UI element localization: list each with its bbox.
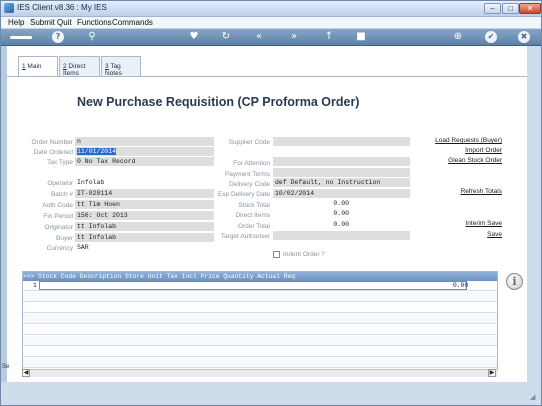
stop-icon[interactable]: ■ — [355, 31, 367, 43]
currency-field: SAR — [75, 243, 214, 252]
tax-type-label: Tax Type — [47, 159, 73, 166]
info-button[interactable]: i — [506, 273, 523, 290]
menu-commands[interactable]: Commands — [112, 18, 153, 27]
auth-code-label: Auth Code — [42, 202, 73, 209]
fin-period-field[interactable]: 156: Oct 2013 — [75, 211, 214, 220]
tab-tag-notes[interactable]: 3 Tag Notes — [101, 56, 141, 77]
table-row[interactable] — [23, 303, 497, 313]
table-row[interactable]: 1 0.00 — [23, 281, 497, 291]
table-row[interactable] — [23, 292, 497, 302]
direct-items-value: 0.00 — [273, 209, 353, 218]
menu-submit[interactable]: Submit — [30, 18, 55, 27]
info-icon[interactable]: ↑ — [323, 31, 335, 43]
table-row[interactable] — [23, 325, 497, 335]
back-icon[interactable]: « — [253, 31, 265, 43]
menu-quit[interactable]: Quit — [57, 18, 72, 27]
page-title: New Purchase Requisition (CP Proforma Or… — [77, 95, 360, 109]
fin-period-label: Fin Period — [43, 213, 73, 220]
table-row[interactable] — [23, 314, 497, 324]
indent-order-label: Indent Order ? — [283, 251, 325, 258]
row-edit-cell[interactable] — [39, 281, 467, 290]
delivery-code-field[interactable]: def Default, no Instruction — [273, 178, 410, 187]
save-link[interactable]: Save — [430, 231, 502, 238]
operator-field: Infolab — [75, 178, 214, 187]
target-authoriser-field[interactable] — [273, 231, 410, 240]
tab-divider — [7, 76, 527, 77]
target-authoriser-label: Target Authoriser — [220, 233, 270, 240]
table-row[interactable] — [23, 358, 497, 368]
minimize-button[interactable]: – — [484, 3, 501, 14]
ok-icon[interactable]: ✔ — [485, 31, 497, 43]
grid-header: >>> Stock Code Description Store Unit Ta… — [23, 272, 497, 281]
order-number-label: Order Number — [31, 139, 73, 146]
order-number-field[interactable]: n — [75, 137, 214, 146]
batch-label: Batch # — [50, 191, 73, 198]
status-text: Se — [2, 364, 10, 370]
close-button[interactable]: ✕ — [519, 3, 541, 14]
glean-stock-order-link[interactable]: Glean Stock Order — [430, 157, 502, 164]
payment-terms-field[interactable] — [273, 168, 410, 177]
table-row[interactable] — [23, 336, 497, 346]
scroll-left-icon[interactable]: ◀ — [22, 369, 30, 377]
exit-icon[interactable]: ✖ — [518, 31, 530, 43]
operator-label: Operator — [47, 180, 73, 187]
for-attention-label: For Attention — [233, 160, 270, 167]
exp-delivery-date-field[interactable]: 10/02/2014 — [273, 189, 410, 198]
import-order-link[interactable]: Import Order — [430, 147, 502, 154]
forward-icon[interactable]: » — [288, 31, 300, 43]
stock-total-value: 0.00 — [273, 199, 353, 208]
refresh-icon[interactable]: ↻ — [220, 31, 232, 43]
buyer-label: Buyer — [56, 235, 73, 242]
delivery-code-label: Delivery Code — [229, 181, 270, 188]
tab-direct-items[interactable]: 2 Direct Items — [59, 56, 100, 77]
row-value: 0.00 — [453, 282, 469, 289]
menu-functions[interactable]: Functions — [77, 18, 112, 27]
interim-save-link[interactable]: Interim Save — [430, 220, 503, 227]
date-ordered-label: Date Ordered — [33, 149, 73, 156]
table-row[interactable] — [23, 347, 497, 357]
favorite-icon[interactable]: ♥ — [188, 31, 200, 43]
indent-order-checkbox[interactable] — [273, 251, 280, 258]
horizontal-scrollbar[interactable] — [22, 369, 498, 377]
key-icon[interactable] — [10, 36, 32, 39]
tax-type-field[interactable]: 0 No Tax Record — [75, 157, 214, 166]
buyer-field[interactable]: tt Infolab — [75, 233, 214, 242]
app-icon — [4, 3, 14, 13]
direct-items-label: Direct Items — [235, 212, 270, 219]
currency-label: Currency — [46, 245, 73, 252]
supplier-code-field[interactable] — [273, 137, 410, 146]
search-icon[interactable]: ⚲ — [86, 31, 98, 43]
window-title: IES Client v8.36 : My IES — [17, 3, 107, 12]
maximize-button[interactable]: □ — [502, 3, 519, 14]
for-attention-field[interactable] — [273, 157, 410, 166]
stock-total-label: Stock Total — [238, 202, 270, 209]
status-bar — [1, 382, 541, 404]
exp-delivery-date-label: Exp Delivery Date — [217, 191, 270, 198]
tab-main[interactable]: 1 Main — [18, 56, 58, 77]
supplier-code-label: Supplier Code — [228, 139, 270, 146]
refresh-totals-link[interactable]: Refresh Totals — [430, 188, 502, 195]
payment-terms-label: Payment Terms — [224, 171, 270, 178]
originator-label: Originator — [44, 224, 73, 231]
scroll-right-icon[interactable]: ▶ — [488, 369, 496, 377]
load-requests-link[interactable]: Load Requests (Buyer) — [430, 137, 502, 144]
globe-icon[interactable]: ⊕ — [452, 31, 464, 43]
help-icon[interactable]: ? — [52, 31, 64, 43]
auth-code-field[interactable]: tt Tim Hoen — [75, 200, 214, 209]
originator-field[interactable]: tt Infolab — [75, 222, 214, 231]
resize-grip-icon[interactable]: ◢ — [530, 393, 539, 402]
row-number: 1 — [33, 282, 37, 289]
order-total-label: Order Total — [237, 223, 270, 230]
batch-field[interactable]: IT-020114 — [75, 189, 214, 198]
order-total-value: 0.00 — [273, 220, 353, 229]
date-ordered-field[interactable]: 11/01/2014 — [75, 147, 214, 156]
menu-help[interactable]: Help — [8, 18, 24, 27]
